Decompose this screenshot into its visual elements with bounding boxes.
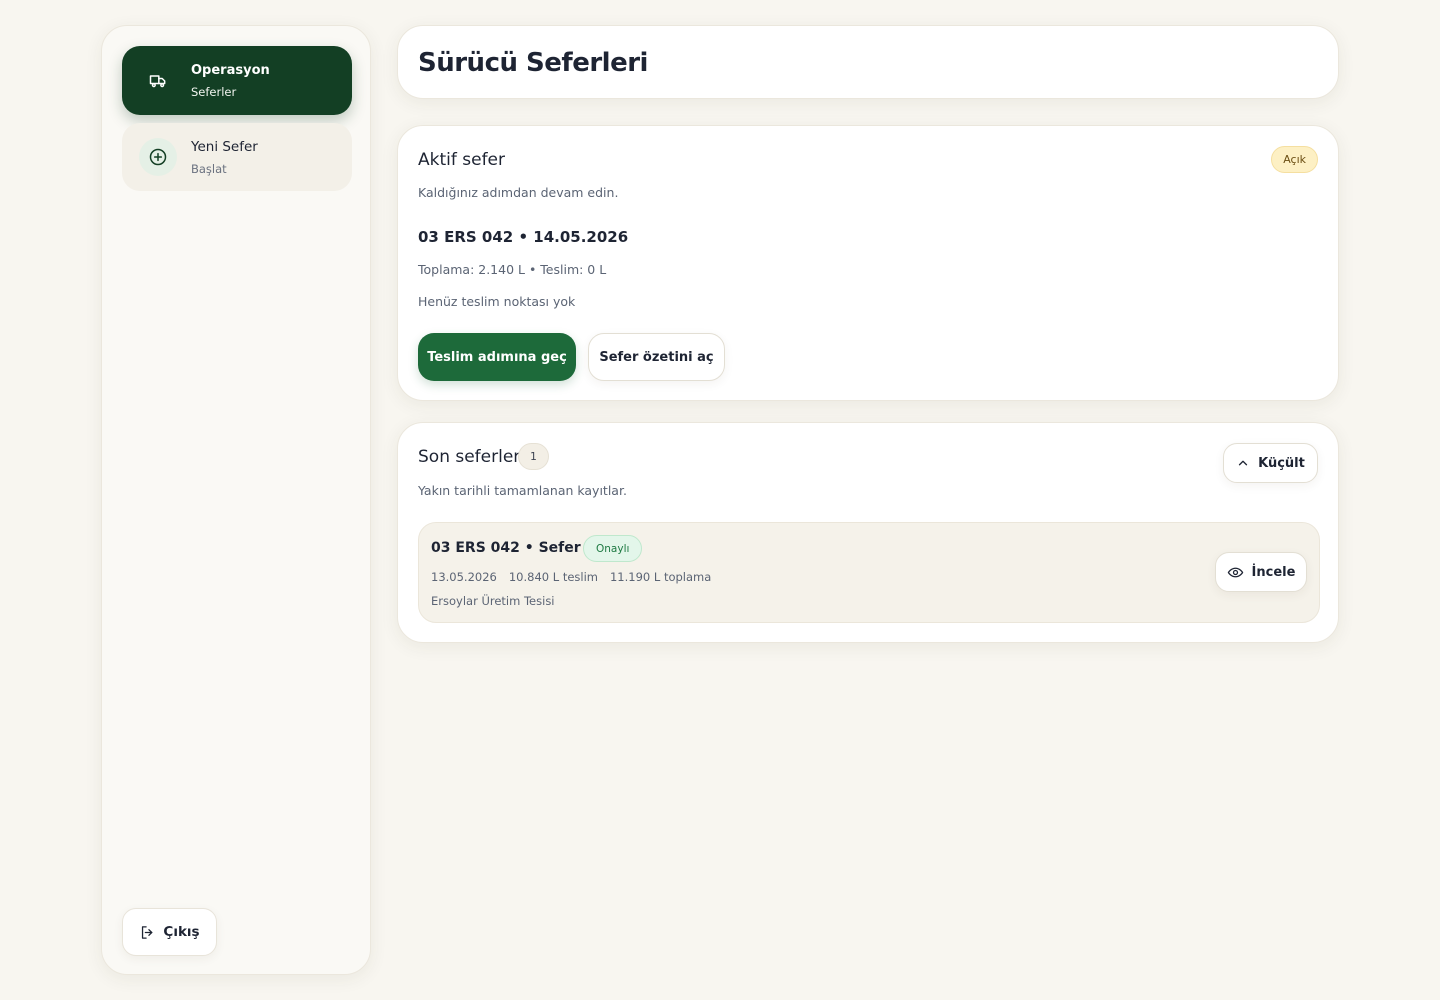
active-trip-delivery-points: Henüz teslim noktası yok [418,294,576,309]
logout-button[interactable]: Çıkış [122,908,217,956]
sidebar-item-operasyon[interactable]: Operasyon Seferler [122,46,352,115]
active-trip-subtitle: Kaldığınız adımdan devam edin. [418,185,619,200]
list-item: 03 ERS 042 • Sefer #1 Onaylı 13.05.2026 … [418,522,1320,623]
collapse-label: Küçült [1258,455,1305,471]
eye-icon [1227,564,1244,581]
status-badge: Onaylı [583,535,643,562]
status-badge: Açık [1271,146,1318,173]
recent-trips-title: Son seferler [418,447,521,467]
recent-trips-subtitle: Yakın tarihli tamamlanan kayıtlar. [418,483,627,498]
go-to-delivery-button[interactable]: Teslim adımına geç [418,333,576,381]
logout-label: Çıkış [163,924,200,940]
active-trip-card: Aktif sefer Açık Kaldığınız adımdan deva… [397,125,1339,401]
sidebar-item-title: Operasyon [191,62,270,78]
chevron-up-icon [1236,456,1250,470]
trip-item-title: 03 ERS 042 • Sefer #1 [431,540,607,556]
open-trip-summary-button[interactable]: Sefer özetini aç [588,333,725,381]
active-trip-title: Aktif sefer [418,150,506,170]
sidebar-item-title: Yeni Sefer [191,138,258,155]
trip-item-collected: 11.190 L toplama [609,570,712,584]
sidebar-item-subtitle: Başlat [191,161,227,176]
sidebar: Operasyon Seferler Yeni Sefer Başlat Çık… [101,25,371,975]
logout-icon [139,924,156,941]
inspect-label: İncele [1251,564,1296,580]
page-header: Sürücü Seferleri [397,25,1339,99]
plus-circle-icon [139,138,177,176]
trip-item-date: 13.05.2026 [431,570,497,584]
truck-icon [139,62,177,100]
sidebar-item-text: Operasyon Seferler [191,63,270,99]
recent-trips-card: Son seferler 1 Yakın tarihli tamamlanan … [397,422,1339,643]
sidebar-item-subtitle: Seferler [191,84,237,99]
trip-item-meta: 13.05.2026 10.840 L teslim 11.190 L topl… [431,570,711,584]
collapse-button[interactable]: Küçült [1223,443,1318,483]
trip-item-facility: Ersoylar Üretim Tesisi [431,594,555,608]
trip-item-delivered: 10.840 L teslim [508,570,598,584]
page-title: Sürücü Seferleri [418,48,648,78]
active-trip-stats: Toplama: 2.140 L • Teslim: 0 L [418,262,607,277]
sidebar-item-yeni-sefer[interactable]: Yeni Sefer Başlat [122,123,352,191]
sidebar-item-text: Yeni Sefer Başlat [191,139,258,176]
recent-trips-count-badge: 1 [518,443,549,470]
inspect-button[interactable]: İncele [1215,552,1307,592]
active-trip-plate-date: 03 ERS 042 • 14.05.2026 [418,228,629,246]
